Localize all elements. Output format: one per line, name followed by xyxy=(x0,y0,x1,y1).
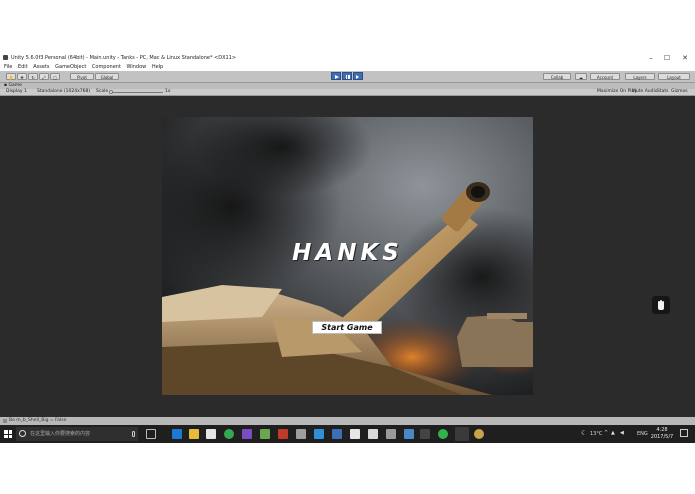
move-tool-button[interactable]: ✥ xyxy=(17,73,27,80)
game-view-controls: Display 1 Standalone (1024x768) Scale 1x… xyxy=(0,89,695,96)
play-button[interactable] xyxy=(331,72,341,80)
search-placeholder: 在这里输入你要搜索的内容 xyxy=(30,431,91,437)
pause-button[interactable] xyxy=(342,72,352,80)
menu-bar: File Edit Assets GameObject Component Wi… xyxy=(0,63,695,71)
cortana-icon xyxy=(19,430,26,437)
notifications-icon[interactable] xyxy=(680,429,688,437)
rect-tool-button[interactable]: ▢ xyxy=(50,73,60,80)
windows-taskbar: 在这里输入你要搜索的内容 ☾ 13°C ^ ▲ ◀ ENG 4:28 2017/… xyxy=(0,425,695,443)
start-game-button[interactable]: Start Game xyxy=(312,321,382,334)
chrome-icon[interactable] xyxy=(224,429,234,439)
collab-button[interactable]: Collab xyxy=(543,73,571,80)
file-explorer-icon[interactable] xyxy=(189,429,199,439)
maximize-button[interactable]: ☐ xyxy=(659,53,675,63)
menu-assets[interactable]: Assets xyxy=(33,64,49,70)
maximize-on-play-toggle[interactable]: Maximize On Play xyxy=(597,89,637,95)
scale-tool-button[interactable]: ⤢ xyxy=(39,73,49,80)
play-icon xyxy=(335,74,339,79)
pivot-toggle[interactable]: Pivot xyxy=(70,73,94,80)
store-icon[interactable] xyxy=(206,429,216,439)
menu-help[interactable]: Help xyxy=(152,64,163,70)
taskbar-search[interactable]: 在这里输入你要搜索的内容 xyxy=(16,427,138,441)
unity-taskbar-icon[interactable] xyxy=(455,427,469,441)
hand-cursor-icon xyxy=(652,296,670,314)
unity-window: Unity 5.6.0f3 Personal (64bit) - Main.un… xyxy=(0,53,695,443)
cloud-icon[interactable]: ☁ xyxy=(575,73,587,80)
app-icon-red[interactable] xyxy=(278,429,288,439)
app-icon-green[interactable] xyxy=(260,429,270,439)
layout-dropdown[interactable]: Layout xyxy=(658,73,690,80)
visual-studio-icon[interactable] xyxy=(242,429,252,439)
unity-logo-icon xyxy=(3,55,8,60)
app-icon-blue[interactable] xyxy=(314,429,324,439)
app-icon-gray-2[interactable] xyxy=(386,429,396,439)
step-icon xyxy=(356,74,359,79)
app-icon-window[interactable] xyxy=(404,429,414,439)
clock-date: 2017/5/7 xyxy=(650,434,674,440)
toolbar: ✋ ✥ ↻ ⤢ ▢ Pivot Global Collab ☁ Account … xyxy=(0,71,695,83)
game-viewport[interactable]: HANKS Start Game xyxy=(162,117,533,395)
app-icon-dark[interactable] xyxy=(420,429,430,439)
tray-volume-icon[interactable]: ◀ xyxy=(620,430,624,436)
app-icon-light[interactable] xyxy=(350,429,360,439)
display-dropdown[interactable]: Display 1 xyxy=(6,89,27,95)
clock-time: 4:28 xyxy=(656,427,668,433)
gizmos-dropdown[interactable]: Gizmos xyxy=(671,89,688,95)
weather-moon-icon[interactable]: ☾ xyxy=(581,429,587,437)
app-icon-gold[interactable] xyxy=(474,429,484,439)
window-title: Unity 5.6.0f3 Personal (64bit) - Main.un… xyxy=(11,55,237,61)
pause-icon xyxy=(345,74,347,79)
stats-toggle[interactable]: Stats xyxy=(657,89,669,95)
menu-gameobject[interactable]: GameObject xyxy=(55,64,86,70)
menu-window[interactable]: Window xyxy=(127,64,147,70)
windows-start-icon[interactable] xyxy=(4,430,12,438)
resolution-dropdown[interactable]: Standalone (1024x768) xyxy=(37,89,90,95)
game-tab-label: Game xyxy=(8,83,22,88)
edge-browser-icon[interactable] xyxy=(172,429,182,439)
menu-file[interactable]: File xyxy=(4,64,12,70)
menu-component[interactable]: Component xyxy=(92,64,121,70)
scale-slider-track[interactable] xyxy=(111,91,163,93)
layers-dropdown[interactable]: Layers xyxy=(625,73,655,80)
game-title: HANKS xyxy=(292,240,403,266)
acrobat-icon[interactable] xyxy=(368,429,378,439)
console-info-icon xyxy=(3,419,7,423)
microphone-icon[interactable] xyxy=(132,431,135,437)
scale-value: 1x xyxy=(165,89,171,94)
rotate-tool-button[interactable]: ↻ xyxy=(28,73,38,80)
tray-network-icon[interactable]: ▲ xyxy=(611,430,615,436)
tray-chevron-icon[interactable]: ^ xyxy=(604,430,608,436)
temperature: 13°C xyxy=(590,431,603,437)
global-toggle[interactable]: Global xyxy=(95,73,119,80)
wechat-icon[interactable] xyxy=(438,429,448,439)
scale-label: Scale xyxy=(96,89,109,94)
title-bar: Unity 5.6.0f3 Personal (64bit) - Main.un… xyxy=(0,53,695,63)
account-dropdown[interactable]: Account xyxy=(590,73,620,80)
close-button[interactable]: ✕ xyxy=(677,53,693,63)
scale-slider-handle[interactable] xyxy=(109,90,113,94)
step-button[interactable] xyxy=(353,72,363,80)
hand-tool-button[interactable]: ✋ xyxy=(6,73,16,80)
taskbar-clock[interactable]: 4:28 2017/5/7 xyxy=(650,427,674,441)
menu-edit[interactable]: Edit xyxy=(18,64,28,70)
app-icon-dark-blue[interactable] xyxy=(332,429,342,439)
mute-audio-toggle[interactable]: Mute Audio xyxy=(632,89,658,95)
app-icon-gray[interactable] xyxy=(296,429,306,439)
task-view-icon[interactable] xyxy=(146,429,156,439)
minimize-button[interactable]: – xyxy=(643,53,659,63)
status-message[interactable]: Bo m_b_Shell_Big = False xyxy=(9,417,66,425)
input-language[interactable]: ENG xyxy=(637,431,648,437)
status-bar: Bo m_b_Shell_Big = False xyxy=(0,417,695,425)
